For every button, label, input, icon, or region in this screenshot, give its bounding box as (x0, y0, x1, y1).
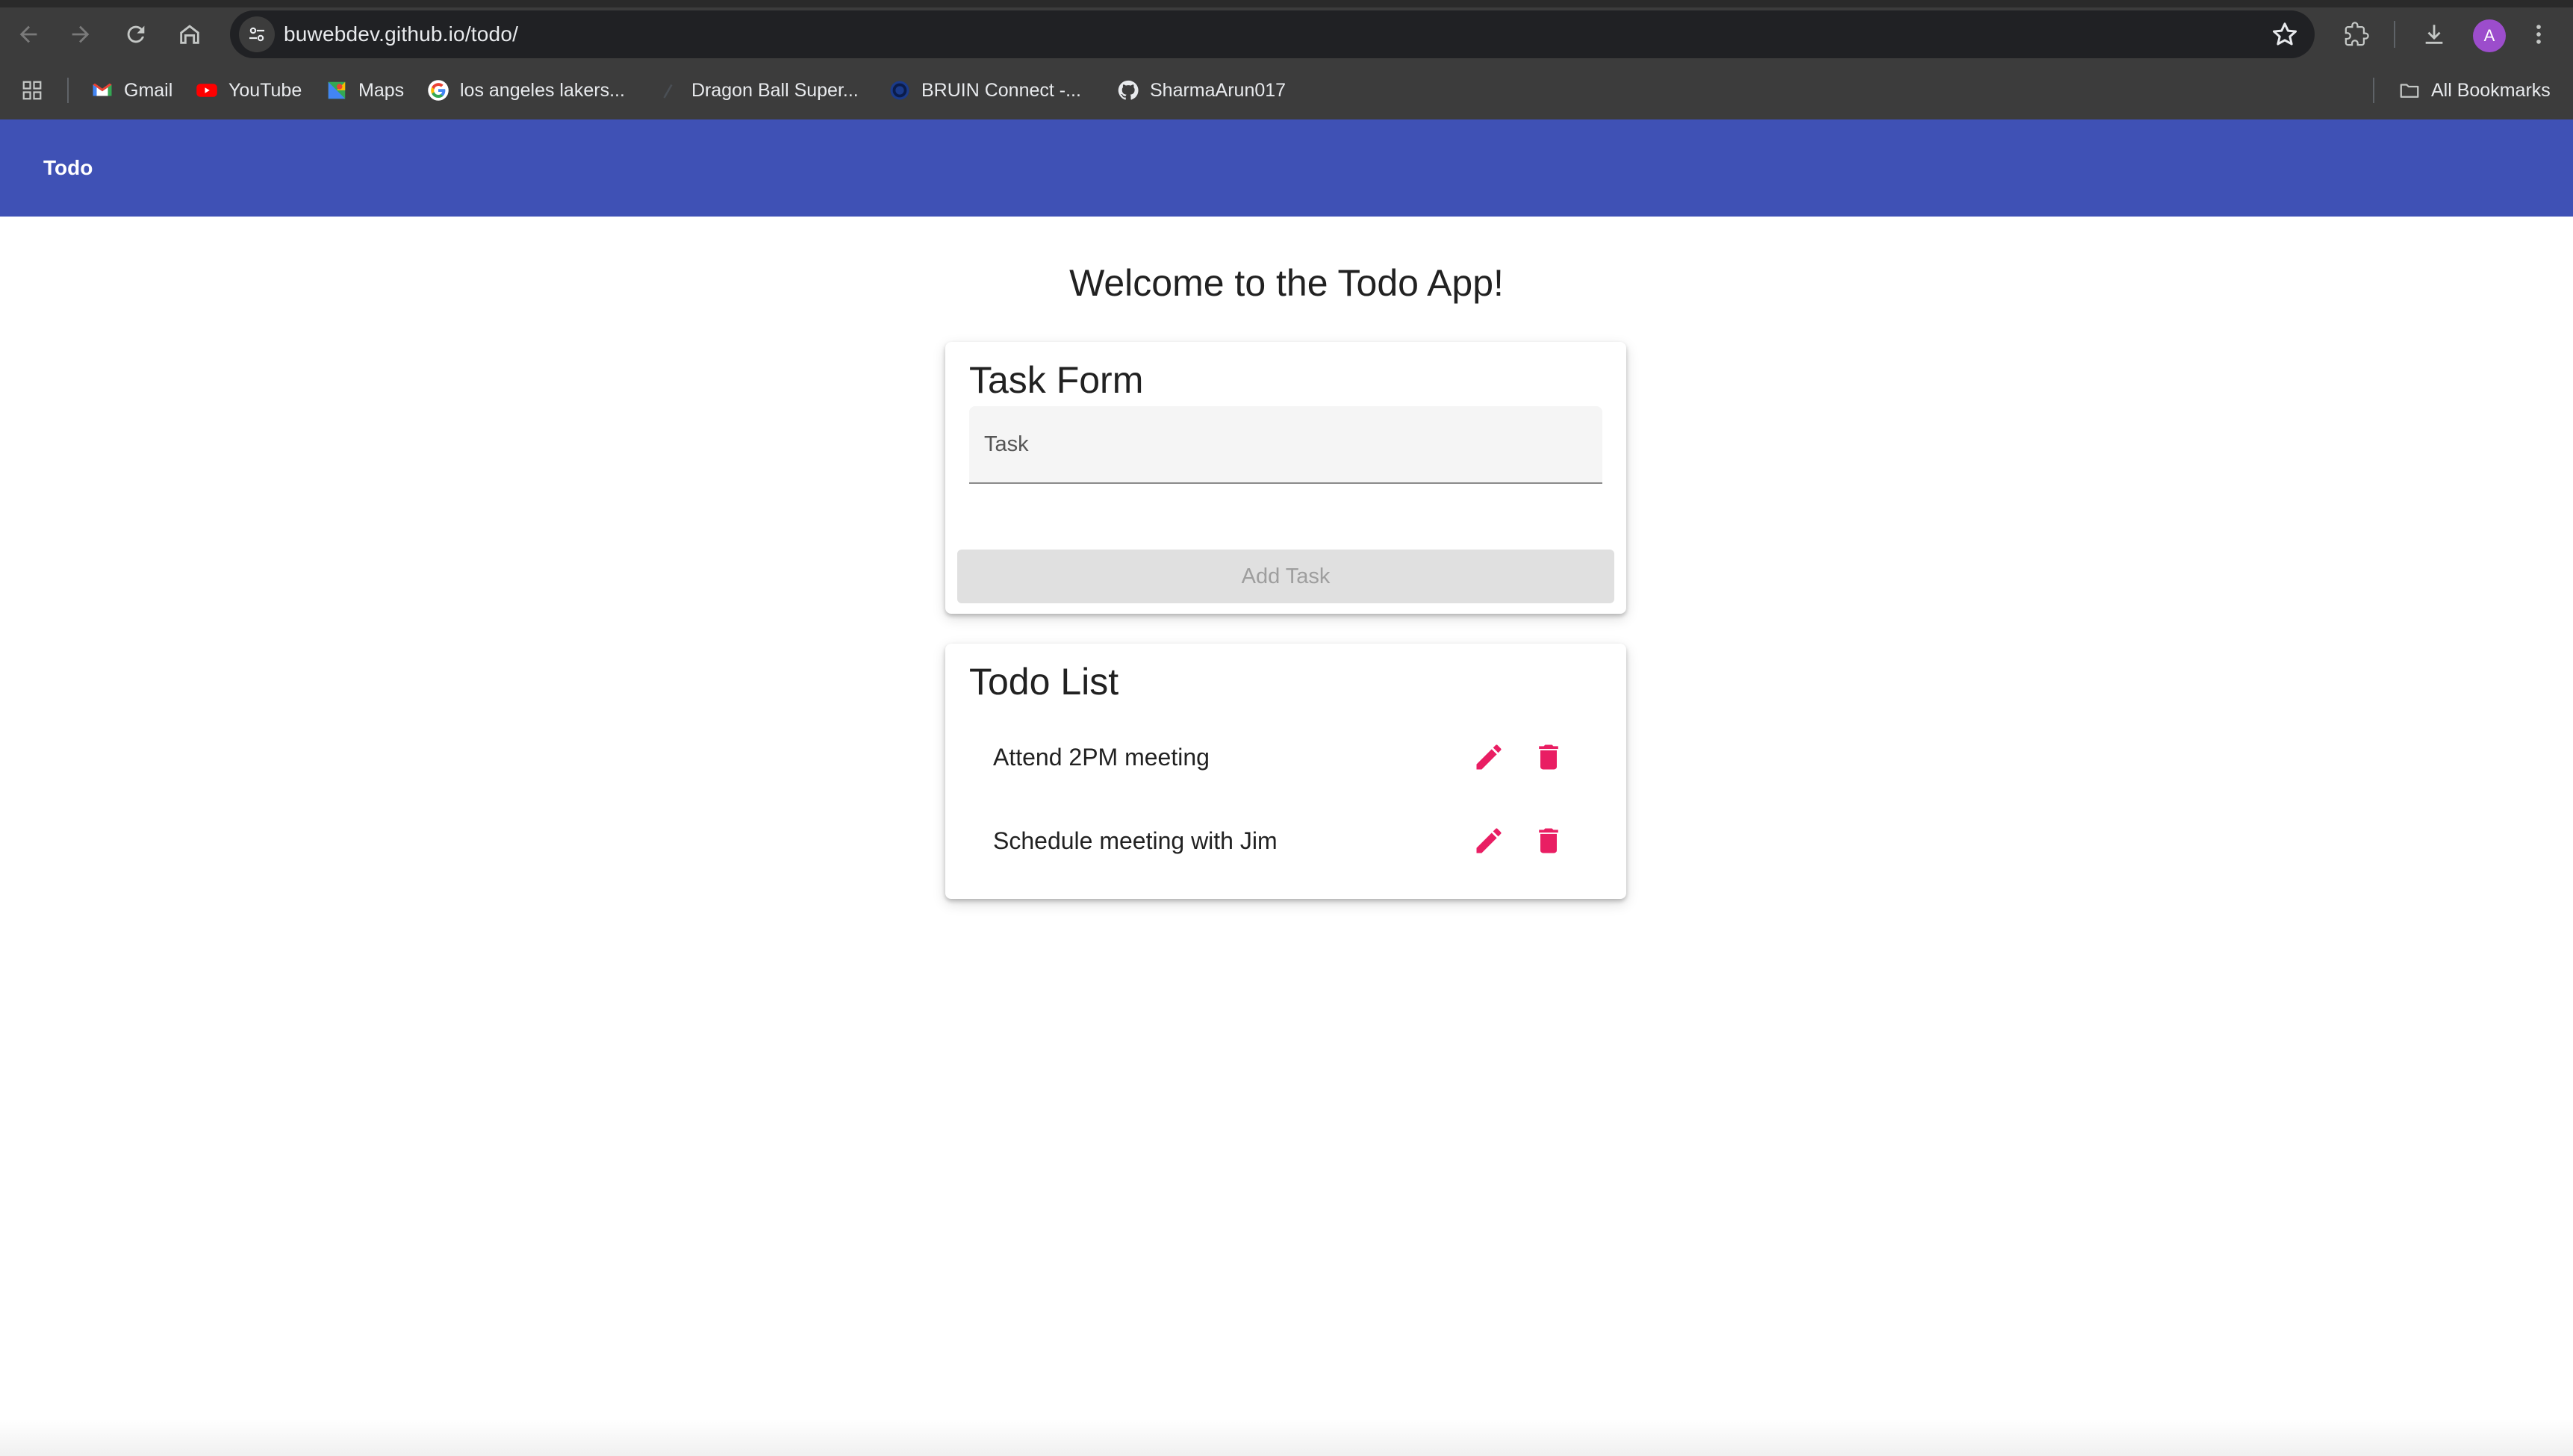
todo-item-text: Schedule meeting with Jim (993, 827, 1278, 854)
maps-icon (328, 81, 346, 99)
delete-button[interactable] (1528, 736, 1569, 778)
task-form-card: Task Form Add Task (945, 342, 1626, 614)
bookmarks-divider (67, 78, 69, 103)
edit-pencil-icon (1476, 828, 1502, 853)
downloads-button[interactable] (2415, 15, 2454, 54)
tab-strip (0, 0, 2573, 7)
bookmark-star-icon[interactable] (2270, 19, 2300, 49)
bookmark-gmail[interactable]: Gmail (91, 67, 172, 113)
bookmarks-divider (2373, 78, 2374, 103)
back-button[interactable] (9, 15, 48, 54)
todo-item-text: Attend 2PM meeting (993, 744, 1210, 771)
todo-list-title: Todo List (969, 661, 1119, 703)
bookmark-github[interactable]: SharmaArun017 (1117, 67, 1286, 113)
add-task-button[interactable]: Add Task (957, 550, 1614, 603)
home-icon (180, 25, 199, 44)
gmail-icon (93, 83, 112, 96)
edit-button[interactable] (1468, 736, 1510, 778)
todo-item: Schedule meeting with Jim (945, 799, 1626, 883)
apps-button[interactable] (21, 67, 54, 113)
extensions-button[interactable] (2337, 15, 2376, 54)
bookmark-maps[interactable]: Maps (326, 67, 404, 113)
reload-icon (127, 25, 145, 43)
bookmark-dragon-ball[interactable]: Dragon Ball Super... (659, 67, 859, 113)
puzzle-icon (2345, 22, 2369, 46)
reload-button[interactable] (116, 15, 155, 54)
download-icon (2425, 25, 2443, 44)
delete-trash-icon (1539, 828, 1558, 853)
app-toolbar: Todo (0, 119, 2573, 217)
bookmark-label: SharmaArun017 (1150, 79, 1286, 101)
profile-avatar[interactable]: A (2473, 19, 2506, 52)
bookmark-label: Maps (358, 79, 405, 101)
browser-toolbar: buwebdev.github.io/todo/ A Gmail YouTube… (0, 0, 2573, 119)
task-input[interactable] (969, 406, 1602, 482)
address-bar[interactable]: buwebdev.github.io/todo/ (230, 10, 2315, 58)
page-bottom-shadow (0, 1419, 2573, 1456)
more-vert-icon (2536, 25, 2541, 44)
all-bookmarks-label: All Bookmarks (2431, 79, 2551, 101)
bookmark-label: los angeles lakers... (460, 79, 625, 101)
browser-menu-button[interactable] (2524, 15, 2554, 54)
home-button[interactable] (170, 15, 209, 54)
bruin-icon (890, 81, 909, 100)
bookmark-youtube[interactable]: YouTube (196, 67, 302, 113)
edit-button[interactable] (1468, 820, 1510, 862)
url-text[interactable]: buwebdev.github.io/todo/ (284, 10, 518, 58)
task-field (969, 406, 1602, 484)
back-arrow-icon (19, 25, 37, 43)
delete-button[interactable] (1528, 820, 1569, 862)
forward-arrow-icon (72, 25, 90, 43)
todo-list-card: Todo List Attend 2PM meeting Schedule me… (945, 644, 1626, 899)
edit-pencil-icon (1476, 744, 1502, 770)
page-icon (663, 84, 673, 99)
bookmark-bruin-connect[interactable]: BRUIN Connect -... (889, 67, 1081, 113)
bookmarks-bar: Gmail YouTube Maps los angeles lakers... (0, 67, 2573, 113)
bookmark-lakers-search[interactable]: los angeles lakers... (427, 67, 625, 113)
todo-item: Attend 2PM meeting (945, 715, 1626, 799)
toolbar-divider (2394, 21, 2395, 48)
site-info-button[interactable] (239, 16, 275, 52)
welcome-heading: Welcome to the Todo App! (1069, 262, 1504, 304)
folder-icon (2400, 84, 2419, 98)
github-icon (1118, 80, 1139, 100)
delete-trash-icon (1539, 744, 1558, 770)
bookmark-label: Dragon Ball Super... (691, 79, 859, 101)
bookmark-label: BRUIN Connect -... (921, 79, 1081, 101)
forward-button[interactable] (61, 15, 100, 54)
bookmark-label: Gmail (124, 79, 173, 101)
app-title: Todo (43, 156, 93, 179)
apps-grid-icon (22, 81, 42, 100)
all-bookmarks-button[interactable]: All Bookmarks (2398, 67, 2551, 113)
google-icon (428, 80, 449, 101)
tune-icon (249, 27, 264, 42)
bookmark-label: YouTube (228, 79, 302, 101)
youtube-icon (196, 84, 217, 97)
task-form-title: Task Form (969, 359, 1144, 401)
